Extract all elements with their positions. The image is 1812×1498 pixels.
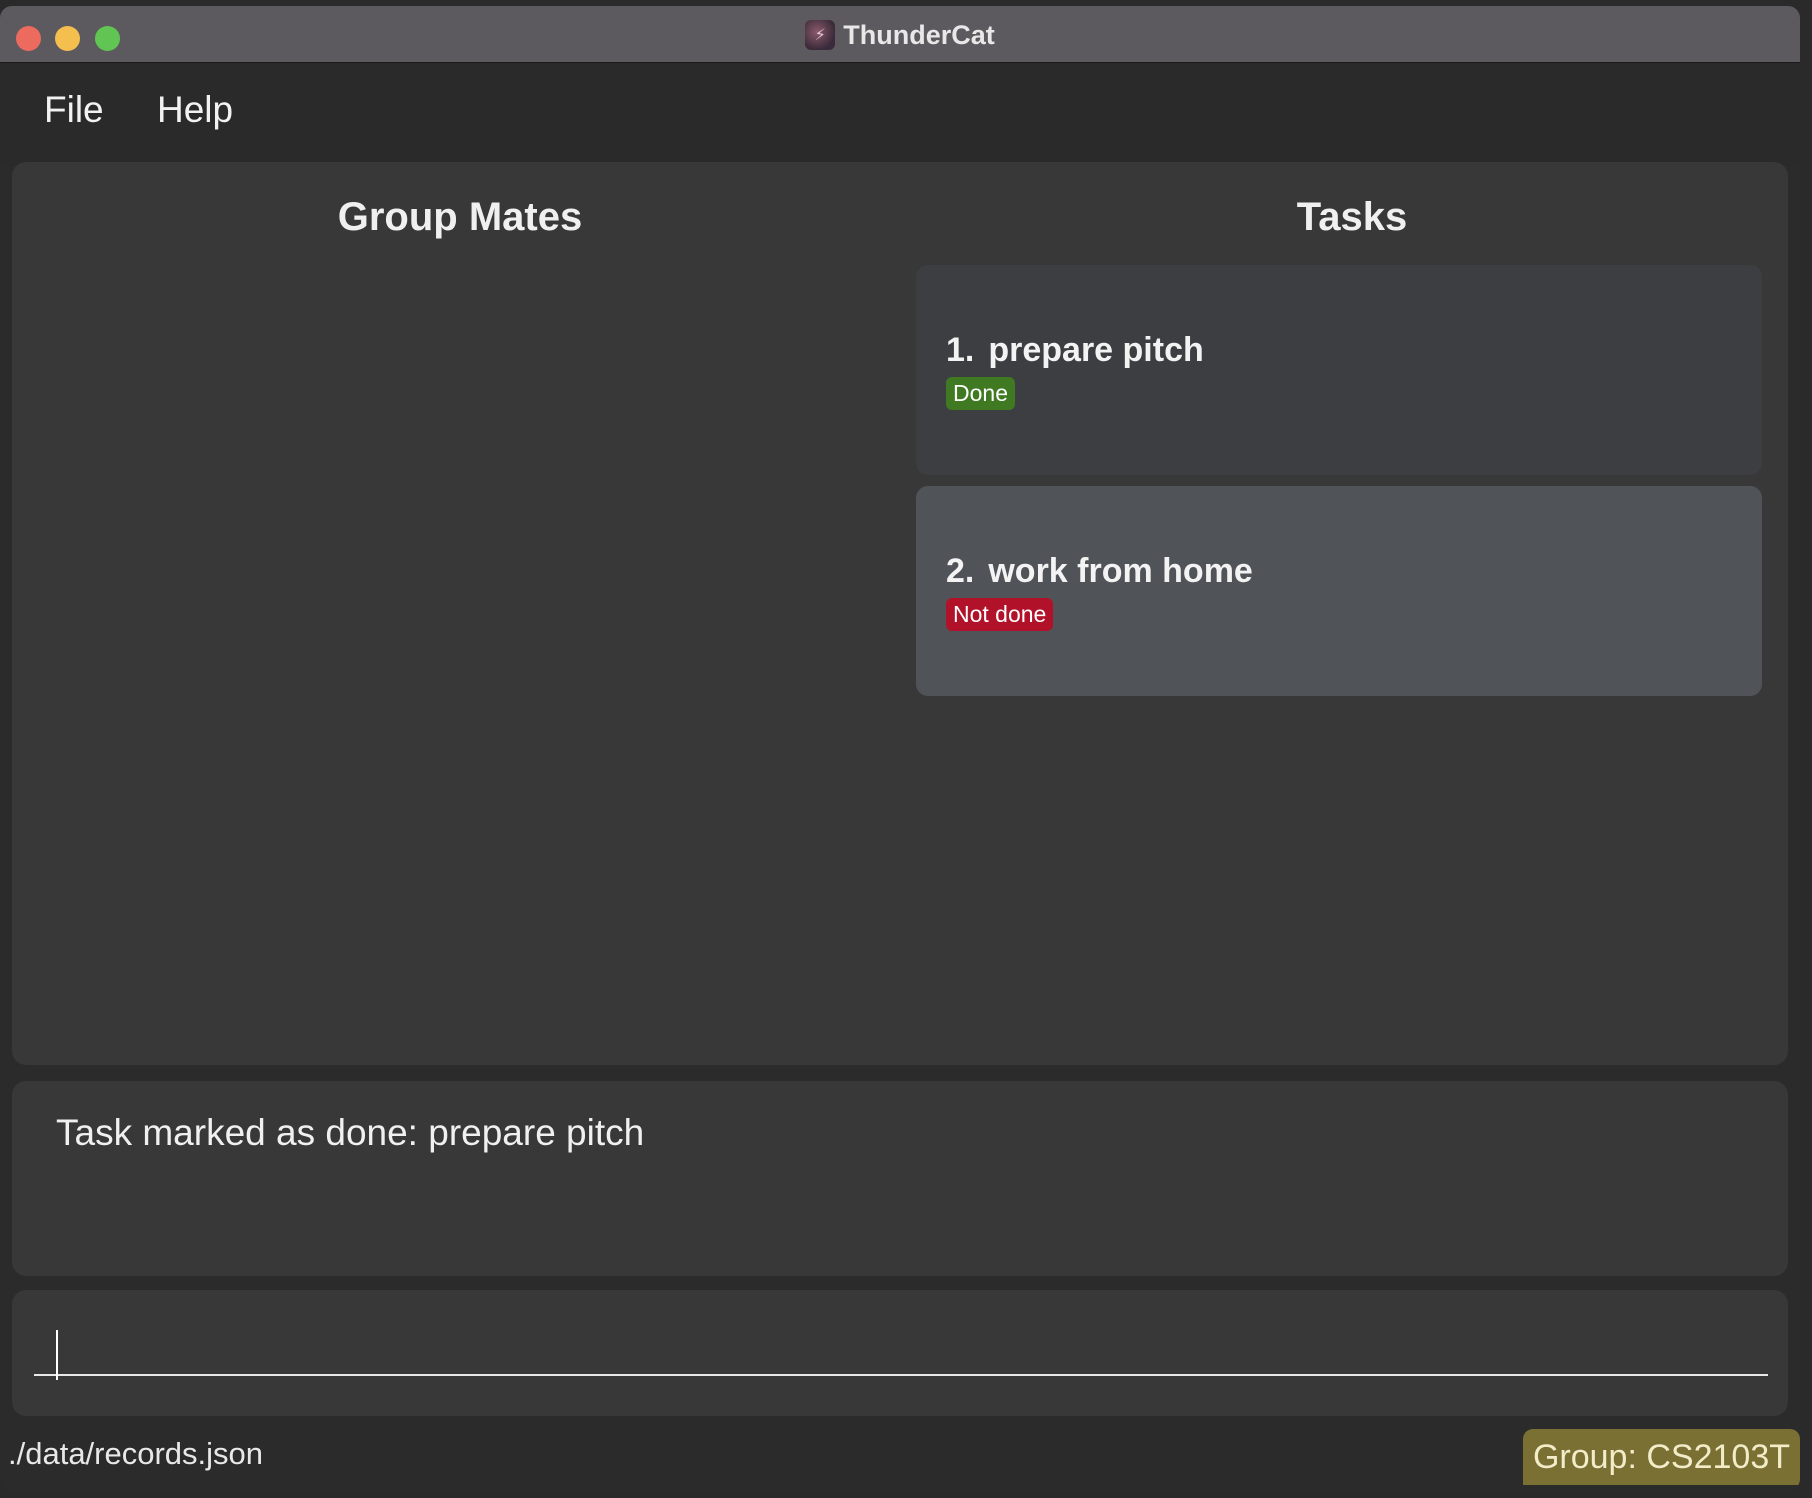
main-panel: Group Mates Tasks 1. prepare pitch Done 2… [12, 162, 1788, 1065]
group-mates-title: Group Mates [337, 195, 583, 239]
task-card[interactable]: 1. prepare pitch Done [916, 265, 1762, 475]
menu-bar: File Help [0, 63, 1800, 166]
status-file-path: ./data/records.json [8, 1436, 264, 1471]
tasks-title: Tasks [1296, 195, 1408, 239]
menu-file[interactable]: File [44, 89, 104, 131]
window-title-group: ⚡ ThunderCat [0, 20, 1800, 50]
task-index: 2. [946, 552, 975, 590]
task-title: prepare pitch [988, 331, 1204, 369]
title-bar: ⚡ ThunderCat [0, 6, 1800, 63]
command-input[interactable] [34, 1318, 1768, 1376]
task-title: work from home [988, 552, 1253, 590]
result-message: Task marked as done: prepare pitch [56, 1112, 645, 1153]
task-card-selected[interactable]: 2. work from home Not done [916, 486, 1762, 696]
task-name: 2. work from home [946, 552, 1253, 591]
menu-help[interactable]: Help [157, 89, 233, 131]
thundercat-icon: ⚡ [805, 20, 836, 50]
text-caret [56, 1330, 58, 1380]
status-badge-not-done: Not done [946, 598, 1054, 631]
window-title: ThunderCat [843, 19, 995, 50]
status-group-badge: Group: CS2103T [1522, 1429, 1800, 1485]
task-index: 1. [946, 331, 975, 369]
app-window: ⚡ ThunderCat File Help Group Mates Tasks… [0, 6, 1800, 1491]
task-name: 1. prepare pitch [946, 331, 1204, 370]
status-badge-done: Done [946, 377, 1015, 410]
command-box [12, 1290, 1788, 1416]
result-display: Task marked as done: prepare pitch [12, 1081, 1788, 1276]
